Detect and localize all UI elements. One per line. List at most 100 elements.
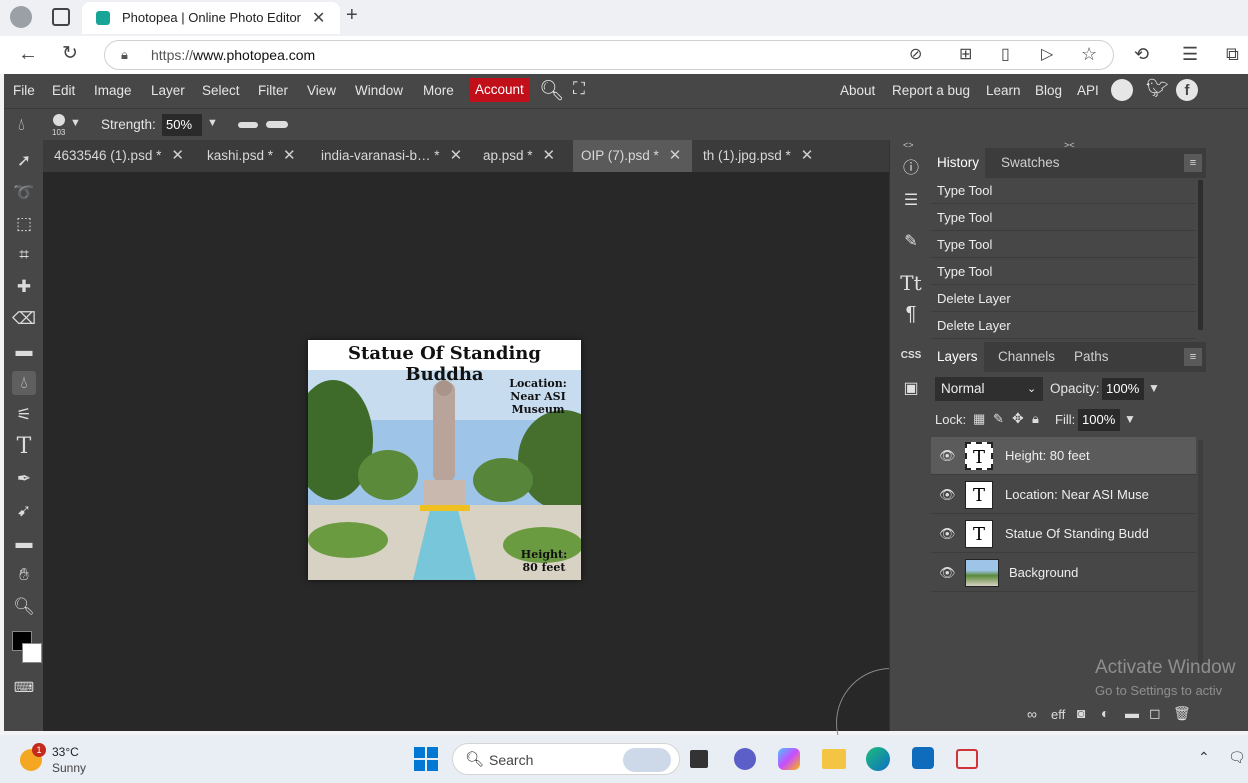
hand-tool-icon[interactable]: ✋︎ [12,563,36,587]
lock-pixels-icon[interactable]: ✎ [993,411,1004,427]
snipping-tool-icon[interactable] [956,749,978,769]
visibility-eye-icon[interactable]: 👁︎ [939,487,956,503]
path-select-tool-icon[interactable]: ➹ [12,499,36,523]
brush-preset-picker[interactable]: 103 ▼ [50,113,86,139]
menu-view[interactable]: View [307,83,336,98]
close-doc-icon[interactable]: ✕ [283,147,296,164]
history-menu-icon[interactable]: ≡ [1184,154,1202,172]
history-item[interactable]: Delete Layer [931,313,1196,339]
tab-paths[interactable]: Paths [1068,342,1115,372]
brush-shape-icon-1[interactable] [238,122,258,128]
doc-tab-active[interactable]: OIP (7).psd * ✕ [573,140,692,172]
favorite-icon[interactable]: ☆ [1081,44,1097,64]
lock-transparency-icon[interactable]: ▦ [973,411,985,427]
reddit-icon[interactable] [1111,79,1133,101]
quick-select-tool-icon[interactable]: ⬚ [12,212,36,236]
delete-layer-icon[interactable]: 🗑︎ [1173,705,1191,722]
lock-all-icon[interactable]: 🔒︎ [1032,411,1039,427]
task-view-icon[interactable] [690,750,708,768]
link-about[interactable]: About [840,83,875,98]
crop-tool-icon[interactable]: ⌗ [12,243,36,267]
tab-swatches[interactable]: Swatches [995,148,1066,178]
history-item[interactable]: Type Tool [931,205,1196,231]
menu-image[interactable]: Image [94,83,132,98]
profile-icon[interactable] [10,6,32,28]
doc-tab[interactable]: kashi.psd * ✕ [199,140,296,172]
new-tab-icon[interactable]: + [346,4,358,27]
opacity-input[interactable]: 100% [1102,378,1144,400]
browser-tab[interactable]: Photopea | Online Photo Editor ✕ [82,2,340,34]
visibility-eye-icon[interactable]: 👁︎ [939,448,956,464]
blur-tool-button[interactable]: 💧︎ [12,371,36,395]
move-tool-icon[interactable]: ➚ [12,149,36,173]
close-doc-icon[interactable]: ✕ [171,147,184,164]
apps-icon[interactable]: ⊞ [959,45,972,65]
favorites-icon[interactable]: ☰ [1182,44,1198,64]
close-tab-icon[interactable]: ✕ [312,8,325,28]
back-icon[interactable]: ← [18,44,38,64]
history-item[interactable]: Type Tool [931,232,1196,258]
layer-effects-button[interactable]: eff [1051,707,1065,722]
canvas-image[interactable]: Statue Of Standing Buddha Location: Near… [308,340,581,580]
layer-mask-icon[interactable]: ◙ [1077,705,1085,721]
opacity-dropdown-icon[interactable]: ▼ [1148,381,1160,395]
edge-browser-icon[interactable] [866,747,890,771]
fill-input[interactable]: 100% [1078,409,1120,431]
chat-app-icon[interactable] [734,748,756,770]
adjustments-icon[interactable]: ☰ [898,188,924,214]
pen-tool-icon[interactable]: ✒ [12,467,36,491]
lock-position-icon[interactable]: ✥ [1012,410,1024,427]
close-doc-icon[interactable]: ✕ [543,147,556,164]
read-aloud-icon[interactable]: ▷ [1041,45,1053,65]
strength-dropdown-icon[interactable]: ▼ [207,117,218,129]
new-group-icon[interactable]: ▬ [1125,705,1139,721]
notification-center-icon[interactable]: 🗨︎ [1228,749,1246,766]
refresh-icon[interactable]: ↻ [62,44,78,64]
history-item[interactable]: Type Tool [931,259,1196,285]
taskbar-search-box[interactable]: 🔍︎ Search [452,743,680,775]
rectangle-tool-icon[interactable]: ▬ [12,531,36,555]
menu-edit[interactable]: Edit [52,83,75,98]
link-blog[interactable]: Blog [1035,83,1062,98]
info-icon[interactable]: ⓘ [898,156,924,182]
link-report-bug[interactable]: Report a bug [892,83,970,98]
dodge-tool-icon[interactable]: ⚟ [12,403,36,427]
doc-tab[interactable]: india-varanasi-b… * ✕ [313,140,462,172]
search-icon[interactable]: 🔍︎ [539,78,564,103]
color-swatches[interactable] [12,631,44,663]
blend-mode-select[interactable]: Normal ⌄ [935,377,1043,401]
doc-tab[interactable]: 4633546 (1).psd * ✕ [46,140,184,172]
zoom-tool-icon[interactable]: 🔍︎ [12,595,36,619]
layer-row[interactable]: 👁︎ T Statue Of Standing Budd [931,515,1196,553]
gradient-tool-icon[interactable]: ▬ [12,339,36,363]
tab-actions-icon[interactable] [52,8,70,26]
collections-icon[interactable]: ⧉ [1226,44,1239,64]
file-explorer-icon[interactable] [822,749,846,769]
background-color[interactable] [22,643,42,663]
paragraph-icon[interactable]: ¶ [898,301,924,327]
history-item[interactable]: Type Tool [931,178,1196,204]
windows-start-icon[interactable] [414,747,438,771]
extensions-icon[interactable]: ⟲ [1134,44,1149,64]
eraser-tool-icon[interactable]: ⌫ [12,307,36,331]
type-tool-icon[interactable]: T [12,435,36,459]
layer-row[interactable]: 👁︎ T Height: 80 feet [931,437,1196,475]
link-layers-icon[interactable]: ∞ [1027,706,1037,722]
weather-widget[interactable]: 1 33°C Sunny [20,743,100,777]
tab-history[interactable]: History [931,148,986,178]
collapse-panels-icon[interactable]: <> [903,140,914,150]
keyboard-icon[interactable]: ⌨ [12,675,36,699]
menu-file[interactable]: File [13,83,35,98]
fill-dropdown-icon[interactable]: ▼ [1124,412,1136,426]
brush-shape-icon-2[interactable] [266,121,288,128]
layer-row[interactable]: 👁︎ T Location: Near ASI Muse [931,476,1196,514]
store-icon[interactable] [912,747,934,769]
reader-icon[interactable]: ▯ [1001,45,1010,65]
show-hidden-icons-icon[interactable]: ⌃ [1198,749,1210,766]
menu-filter[interactable]: Filter [258,83,288,98]
tab-channels[interactable]: Channels [992,342,1061,372]
twitter-icon[interactable]: 🐦︎ [1146,78,1169,99]
brush-settings-icon[interactable]: ✎ [898,229,924,255]
tab-layers[interactable]: Layers [931,342,984,372]
fullscreen-icon[interactable]: ⛶ [573,79,585,99]
